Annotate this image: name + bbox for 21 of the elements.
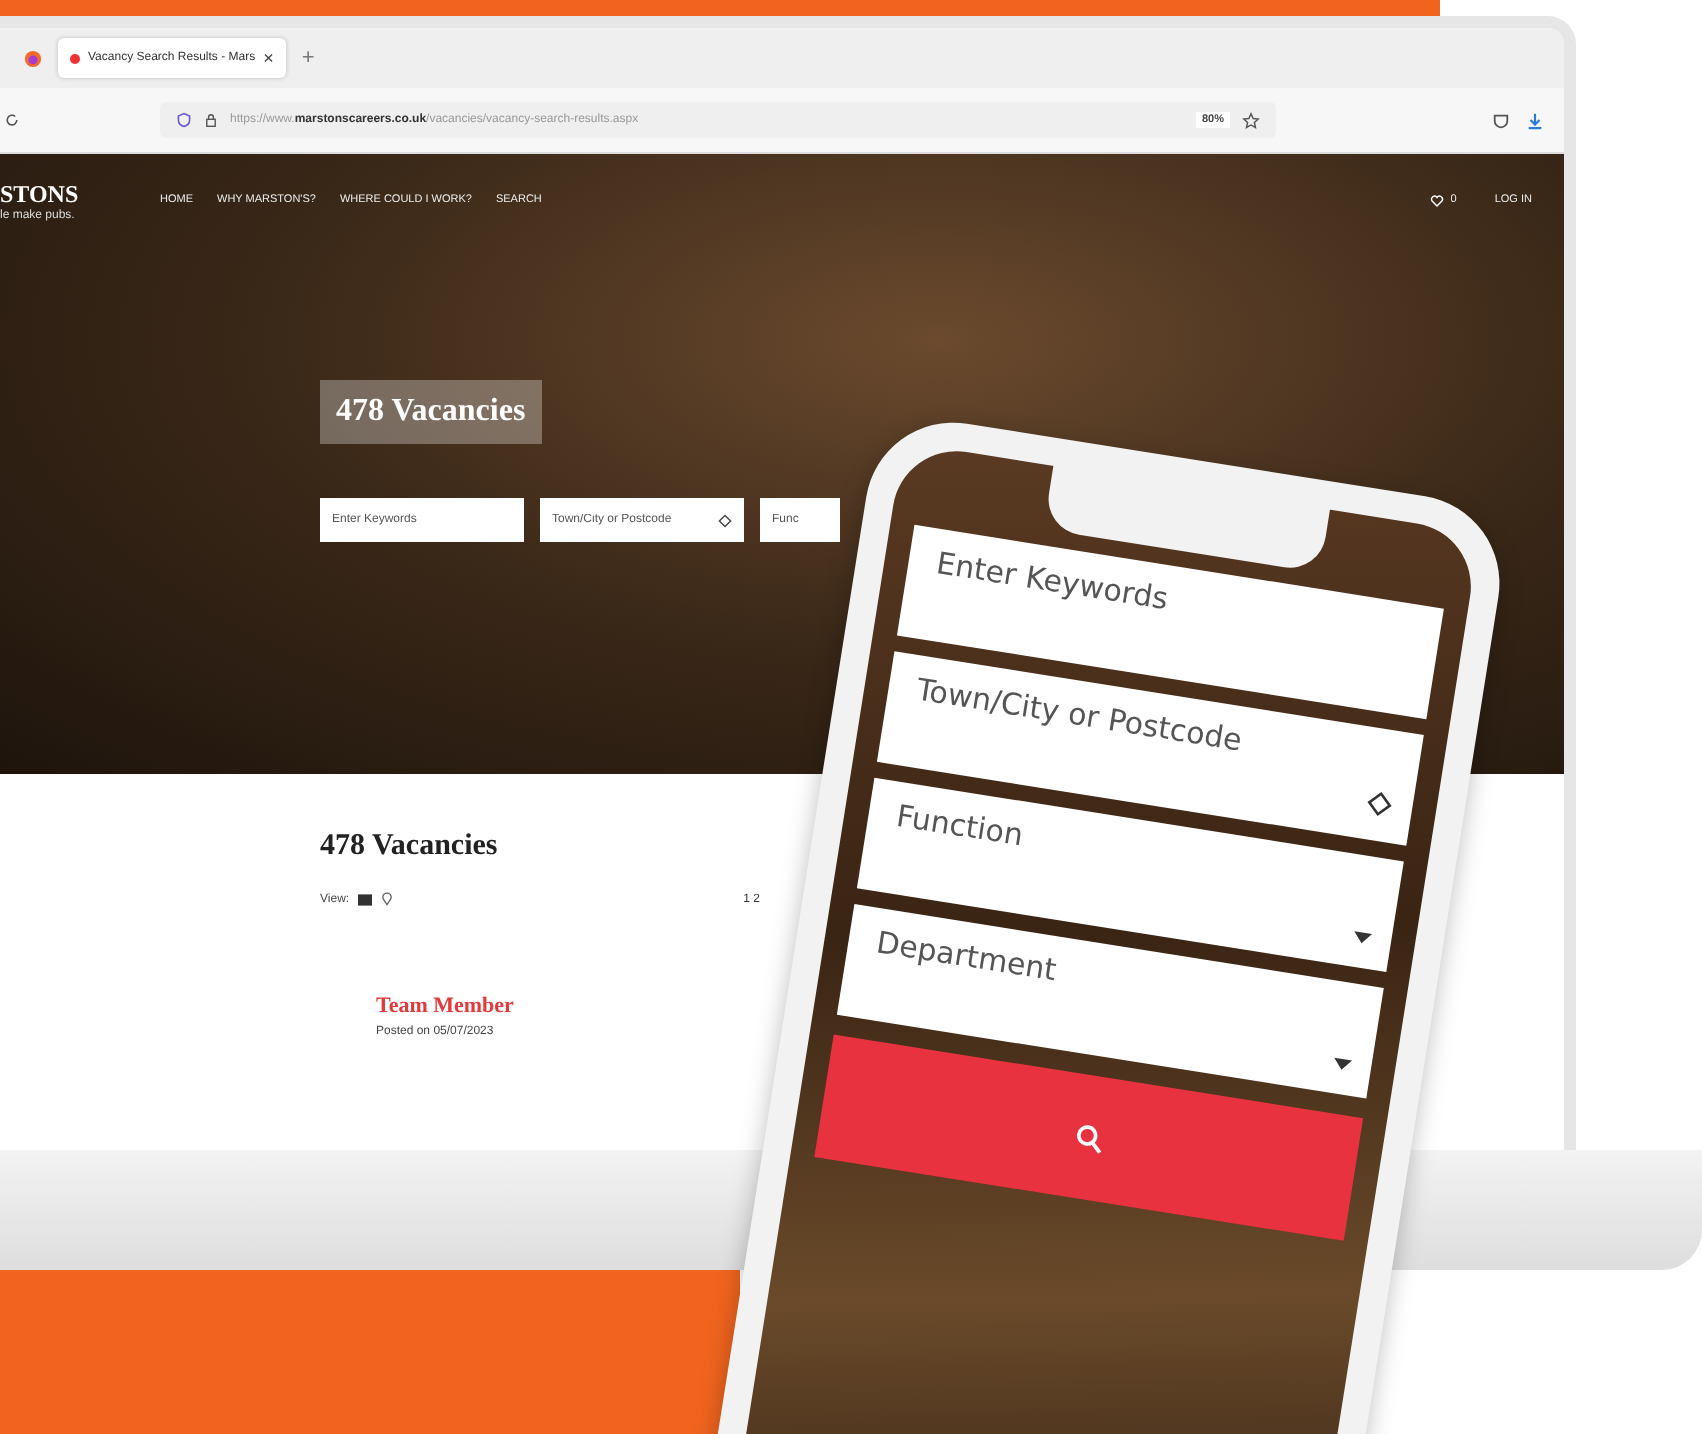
reload-icon[interactable] xyxy=(4,112,20,128)
close-tab-button[interactable]: × xyxy=(263,48,274,68)
new-tab-button[interactable]: + xyxy=(301,46,315,70)
vacancies-heading: 478 Vacancies xyxy=(320,380,542,444)
star-icon[interactable] xyxy=(1242,111,1260,129)
search-icon xyxy=(1071,1120,1106,1155)
shield-icon xyxy=(176,112,192,128)
browser-logo-icon xyxy=(24,49,42,67)
lock-icon xyxy=(204,112,218,128)
pocket-icon[interactable] xyxy=(1492,111,1510,129)
dropdown-caret-icon xyxy=(1352,930,1373,946)
location-icon xyxy=(1364,789,1395,819)
download-icon[interactable] xyxy=(1526,111,1544,129)
map-view-icon[interactable] xyxy=(379,892,394,906)
location-icon xyxy=(718,514,732,528)
list-view-icon[interactable] xyxy=(357,893,372,905)
heart-icon[interactable] xyxy=(1430,193,1445,207)
dropdown-caret-icon xyxy=(1332,1057,1353,1072)
logo[interactable]: STONS xyxy=(0,179,160,209)
job-title-link[interactable]: Team Member xyxy=(376,994,514,1018)
favicon-icon xyxy=(70,53,80,63)
